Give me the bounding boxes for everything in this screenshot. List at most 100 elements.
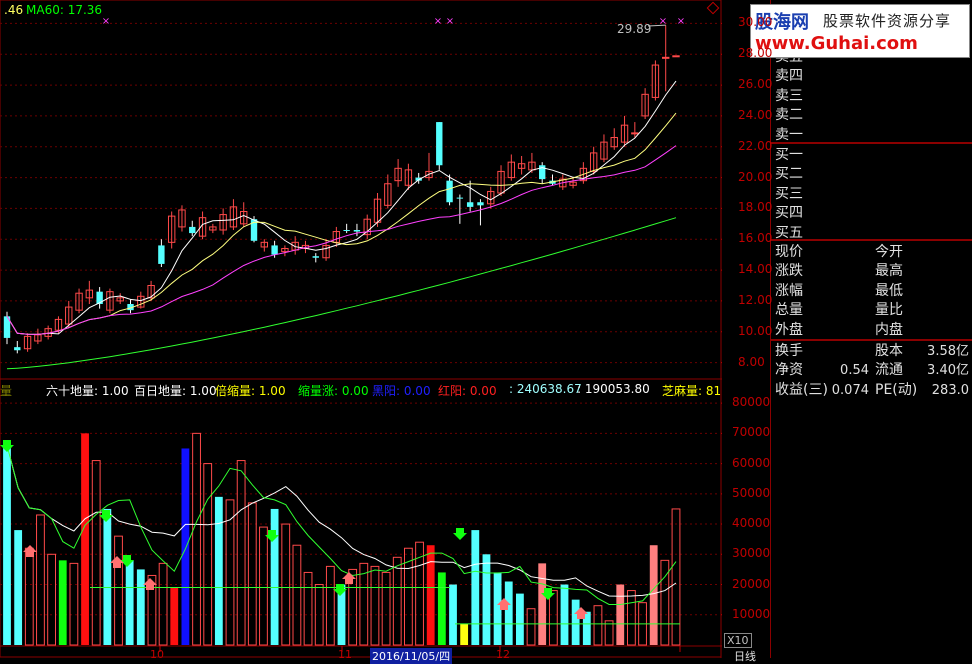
sell-4-row[interactable]: 卖四 xyxy=(771,67,972,86)
indicator-legend-item: 量 xyxy=(0,384,13,398)
buy-4-row[interactable]: 买四 xyxy=(771,204,972,223)
candle-body xyxy=(477,202,484,206)
candle-body xyxy=(672,55,680,58)
indicator-legend-item: 六十地量: 1.00 xyxy=(46,384,129,398)
candle-body xyxy=(312,256,319,258)
buy-5-row[interactable]: 买五 xyxy=(771,224,972,243)
volume-bar xyxy=(270,508,279,645)
volume-bar xyxy=(471,530,480,645)
indicator-legend-item: 黑阳: 0.00 xyxy=(372,384,431,398)
period-label[interactable]: 日线 xyxy=(734,648,756,664)
quote-row-pct: 涨幅 最低 xyxy=(775,282,903,299)
indicator-legend-item: 红阳: 0.00 xyxy=(438,384,497,398)
ma-prefix-label: .46 xyxy=(4,3,24,17)
candle-body xyxy=(14,347,21,351)
fundamentals: 换手 股本 3.58亿 净资 0.54 流通 3.40亿 收益(三) 0.074… xyxy=(771,341,972,400)
kline-chart-area[interactable]: × × × × × .46 MA60: 17.36 29.89 xyxy=(0,0,722,658)
logo-url: www.Guhai.com xyxy=(755,33,918,54)
volume-bar xyxy=(14,530,23,645)
volume-bar xyxy=(103,508,112,645)
volume-bar xyxy=(571,599,580,645)
volume-tick-label: 10000 xyxy=(732,606,771,621)
volume-bar xyxy=(671,508,681,646)
sell-3-row[interactable]: 卖三 xyxy=(771,87,972,106)
volume-bar xyxy=(392,556,402,646)
ma60-label: MA60: 17.36 xyxy=(26,3,103,17)
ma60-line xyxy=(6,217,677,370)
volume-bar xyxy=(504,581,513,645)
guhai-watermark-logo: 股海网 股票软件资源分享 www.Guhai.com xyxy=(750,4,970,58)
candle-body xyxy=(446,180,453,203)
volume-bar xyxy=(482,554,491,645)
buy-3-row[interactable]: 买三 xyxy=(771,185,972,204)
volume-bar xyxy=(136,569,145,645)
price-tick-label: 18.00 xyxy=(738,200,773,215)
candle-body xyxy=(158,245,165,264)
volume-bar xyxy=(526,608,536,646)
candle-body xyxy=(631,132,639,135)
fund-row-turnover: 换手 股本 3.58亿 xyxy=(775,343,969,359)
volume-bar xyxy=(626,590,636,646)
quote-panel: 卖五 卖四 卖三 卖二 卖一 买一 买二 买三 买四 买五 现价今开 涨跌最高 … xyxy=(770,0,972,658)
x-marker-icon: × xyxy=(659,16,667,27)
volume-bar xyxy=(538,563,547,645)
volume-tick-label: 80000 xyxy=(732,395,771,410)
volume-bar xyxy=(3,445,11,645)
kline-svg[interactable]: × × × × × xyxy=(0,0,722,658)
volume-multiplier[interactable]: X10 xyxy=(724,633,752,648)
date-label-12: 12 xyxy=(496,648,510,661)
volume-tick-label: 60000 xyxy=(732,455,771,470)
sell-2-row[interactable]: 卖二 xyxy=(771,106,972,125)
price-tick-label: 14.00 xyxy=(738,262,773,277)
volume-bar xyxy=(192,432,201,646)
x-marker-icon: × xyxy=(434,16,442,27)
volume-bar xyxy=(236,460,246,646)
ma5-line xyxy=(6,80,677,335)
volume-tick-label: 50000 xyxy=(732,485,771,500)
volume-tick-label: 20000 xyxy=(732,576,771,591)
sell-1-row[interactable]: 卖一 xyxy=(771,126,972,145)
volume-bar xyxy=(158,562,168,646)
candle-body xyxy=(343,230,350,231)
volume-tick-label: 70000 xyxy=(732,425,771,440)
volume-bar xyxy=(370,565,380,646)
price-tick-label: 12.00 xyxy=(738,292,773,307)
buy-orders: 买一 买二 买三 买四 买五 xyxy=(771,144,972,241)
candle-body xyxy=(189,226,196,234)
volume-bar xyxy=(58,560,67,645)
quote-row-outer: 外盘 内盘 xyxy=(775,321,903,338)
volume-tick-label: 40000 xyxy=(732,516,771,531)
volume-bar xyxy=(593,605,603,646)
ma20-line xyxy=(6,145,677,335)
indicator-legend-item: : 190053.80 xyxy=(577,382,650,396)
volume-bar xyxy=(81,433,89,645)
quote-summary: 现价 今开 涨跌 最高 涨幅 最低 总量 量比 外盘 内盘 xyxy=(771,241,972,341)
diamond-icon xyxy=(706,1,720,15)
volume-bar xyxy=(69,562,79,646)
volume-bar xyxy=(426,545,435,645)
indicator-legend-item: 芝麻量: 81 xyxy=(662,384,722,398)
up-arrow-icon xyxy=(110,556,124,568)
quote-row-change: 涨跌 最高 xyxy=(775,263,903,280)
buy-1-row[interactable]: 买一 xyxy=(771,146,972,165)
fund-row-earnings: 收益(三) 0.074 PE(动) 283.0 xyxy=(775,381,969,398)
cursor-date-label: 2016/11/05/四 xyxy=(370,648,453,664)
buy-2-row[interactable]: 买二 xyxy=(771,165,972,184)
indicator-legend-item: : 240638.67 xyxy=(509,382,582,396)
price-tick-label: 10.00 xyxy=(738,323,773,338)
x-marker-icon: × xyxy=(677,16,685,27)
volume-bar xyxy=(292,544,302,646)
down-arrow-icon xyxy=(0,440,14,452)
volume-bar xyxy=(181,448,190,645)
volume-bar xyxy=(47,553,57,646)
candle-body xyxy=(436,122,443,166)
indicator-legend-item: 倍缩量: 1.00 xyxy=(215,384,286,398)
quote-row-volume: 总量 量比 xyxy=(775,302,903,319)
down-arrow-icon xyxy=(453,528,467,540)
x-marker-icon: × xyxy=(102,16,110,27)
volume-bar xyxy=(125,560,134,645)
volume-bar xyxy=(325,565,335,646)
volume-bar xyxy=(460,623,469,645)
price-tick-label: 20.00 xyxy=(738,169,773,184)
price-tick-label: 26.00 xyxy=(738,77,773,92)
